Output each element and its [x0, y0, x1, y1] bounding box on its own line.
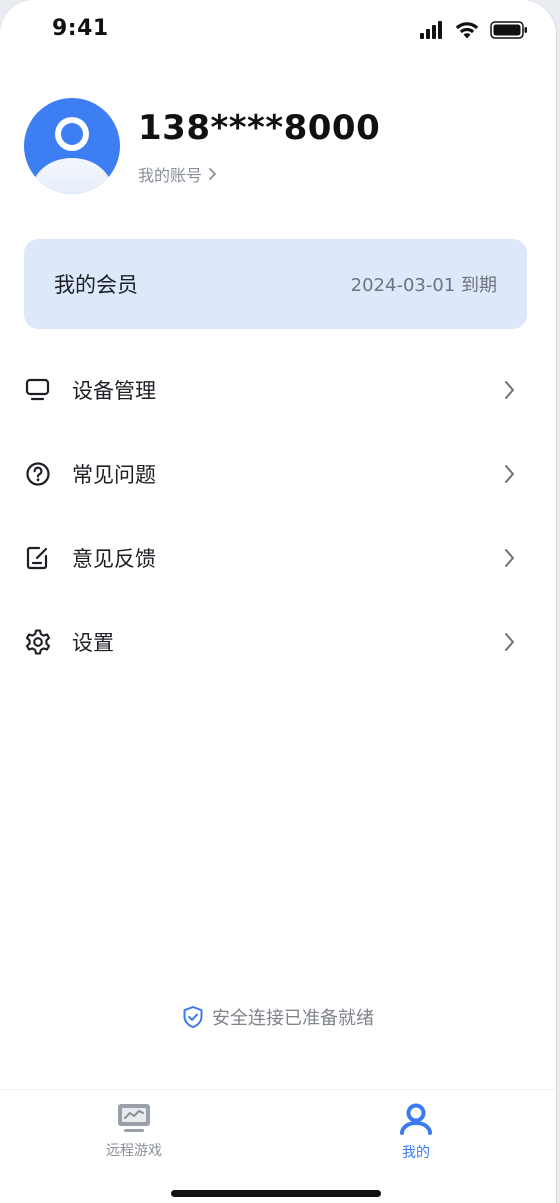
remote-game-monitor-icon	[118, 1104, 150, 1132]
menu-item-device-management[interactable]: 设备管理	[0, 348, 556, 432]
bottom-tab-bar: 远程游戏 我的	[0, 1089, 556, 1203]
my-account-label: 我的账号	[138, 166, 203, 185]
monitor-icon	[24, 376, 52, 404]
secure-connection-note: 安全连接已准备就绪	[0, 1004, 556, 1030]
status-bar: 9:41	[0, 0, 556, 64]
tab-me[interactable]: 我的	[356, 1102, 476, 1162]
cellular-signal-icon	[420, 21, 442, 39]
my-account-link[interactable]: 我的账号	[138, 162, 218, 186]
default-avatar-icon	[24, 98, 120, 194]
gear-icon	[24, 628, 52, 656]
chevron-right-icon	[209, 168, 216, 180]
status-icons	[420, 20, 528, 40]
menu-item-feedback[interactable]: 意见反馈	[0, 516, 556, 600]
menu-item-settings[interactable]: 设置	[0, 600, 556, 684]
chevron-right-icon	[505, 465, 514, 483]
phone-screen: 9:41 138****8000 我的账号 我的会员 2024-03-01 到期…	[0, 0, 556, 1203]
feedback-edit-icon	[24, 544, 52, 572]
tab-label: 远程游戏	[106, 1143, 162, 1159]
membership-card[interactable]: 我的会员 2024-03-01 到期	[24, 239, 527, 329]
phone-number: 138****8000	[138, 108, 381, 148]
chevron-right-icon	[505, 549, 514, 567]
tab-label: 我的	[402, 1145, 430, 1161]
shield-check-icon	[183, 1006, 203, 1028]
membership-expiry: 2024-03-01 到期	[350, 275, 497, 296]
wifi-icon	[455, 22, 479, 39]
tab-remote-games[interactable]: 远程游戏	[74, 1102, 194, 1160]
secure-connection-text: 安全连接已准备就绪	[212, 1008, 374, 1029]
home-indicator	[171, 1190, 381, 1197]
settings-menu: 设备管理 常见问题 意见反馈 设置	[0, 348, 556, 684]
menu-item-label: 设备管理	[72, 379, 156, 403]
menu-item-label: 设置	[72, 631, 114, 655]
menu-item-faq[interactable]: 常见问题	[0, 432, 556, 516]
battery-icon	[490, 21, 527, 39]
menu-item-label: 意见反馈	[72, 547, 156, 571]
menu-item-label: 常见问题	[72, 463, 156, 487]
chevron-right-icon	[505, 633, 514, 651]
user-icon	[400, 1103, 432, 1135]
question-circle-icon	[24, 460, 52, 488]
profile-header: 138****8000 我的账号	[24, 98, 524, 196]
membership-title: 我的会员	[54, 273, 138, 297]
chevron-right-icon	[505, 381, 514, 399]
status-time: 9:41	[52, 16, 109, 41]
avatar[interactable]	[24, 98, 120, 194]
